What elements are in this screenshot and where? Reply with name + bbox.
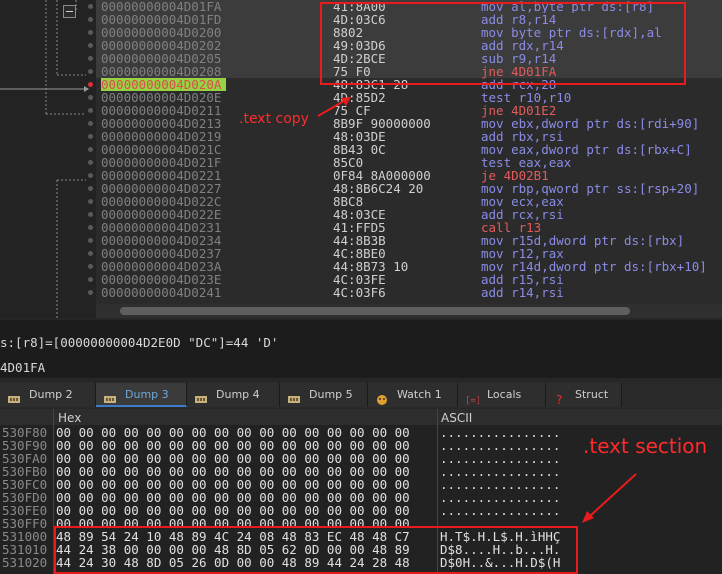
tab-struct[interactable]: ? Struct — [546, 383, 622, 407]
ascii-column-header: ASCII — [441, 411, 473, 425]
info-operand-line: s:[r8]=[00000000004D2E0D "DC"]=44 'D' — [0, 335, 279, 350]
memory-dump-icon — [7, 390, 21, 403]
hex-row-address: 531020 — [2, 555, 48, 570]
tab-label: Locals — [487, 388, 522, 401]
memory-dump-icon — [287, 390, 301, 403]
svg-text:[=]: [=] — [465, 396, 479, 405]
tab-dump-2[interactable]: Dump 2 — [0, 383, 96, 407]
tab-label: Dump 4 — [216, 388, 260, 401]
svg-text:?: ? — [556, 394, 562, 405]
tab-watch-1[interactable]: Watch 1 — [368, 383, 458, 407]
locals-icon: [=] — [465, 390, 481, 406]
hex-column-header: Hex — [58, 411, 82, 425]
tab-dump-3[interactable]: Dump 3 — [96, 383, 187, 407]
annotation-arrow-text-copy — [317, 97, 351, 117]
struct-icon: ? — [553, 390, 567, 407]
annotation-box-text-section — [54, 526, 578, 574]
dump-tab-bar: Dump 2 Dump 3 Dump 4 Dump 5 Watch 1 [=] Locals… — [0, 382, 722, 408]
tab-dump-4[interactable]: Dump 4 — [187, 383, 280, 407]
info-pane: s:[r8]=[00000000004D2E0D "DC"]=44 'D' 4D… — [0, 320, 722, 378]
tab-label: Dump 3 — [125, 388, 169, 401]
info-address-line: 4D01FA — [0, 360, 46, 375]
annotation-label-text-copy: .text copy — [239, 111, 309, 127]
tab-label: Dump 2 — [29, 388, 73, 401]
annotation-label-text-section: .text section — [583, 434, 708, 458]
tab-locals[interactable]: [=] Locals — [458, 383, 546, 407]
watch-icon — [375, 390, 389, 405]
tab-label: Struct — [575, 388, 609, 401]
tab-label: Dump 5 — [309, 388, 353, 401]
tab-label: Watch 1 — [397, 388, 442, 401]
annotation-arrow-text-section — [582, 473, 637, 523]
memory-dump-icon — [103, 390, 117, 403]
tab-dump-5[interactable]: Dump 5 — [280, 383, 368, 407]
memory-dump-icon — [194, 390, 208, 403]
